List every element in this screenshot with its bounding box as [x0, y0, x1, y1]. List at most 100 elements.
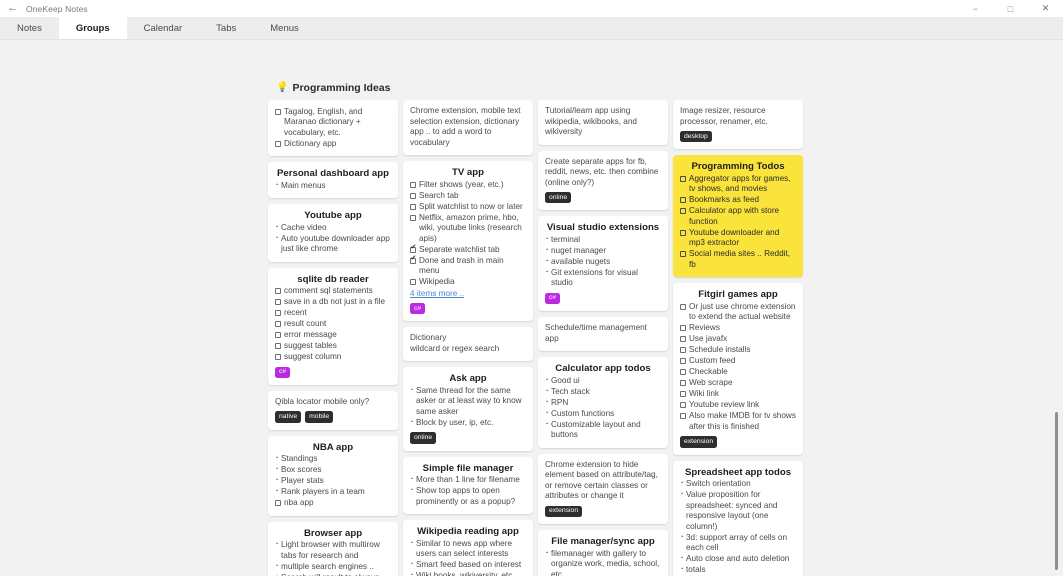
note-card[interactable]: Calculator app todosGood uiTech stackRPN…	[538, 357, 668, 448]
note-card[interactable]: Browser appLight browser with multirow t…	[268, 521, 398, 576]
checkbox-icon[interactable]	[275, 321, 281, 327]
note-card[interactable]: Tutorial/learn app using wikipedia, wiki…	[538, 100, 668, 145]
note-card[interactable]: sqlite db reader comment sql statements sa…	[268, 267, 398, 385]
checkbox-icon[interactable]	[680, 325, 686, 332]
checkbox-icon[interactable]	[410, 203, 416, 210]
note-card[interactable]: Tagalog, English, and Maranao dictionary…	[268, 100, 398, 156]
maximize-icon[interactable]: □	[993, 0, 1028, 17]
checkbox-icon[interactable]	[410, 214, 416, 221]
checklist-item[interactable]: Filter shows (year, etc.)	[410, 180, 526, 191]
note-card[interactable]: Visual studio extensionsterminalnuget ma…	[538, 216, 668, 312]
checklist-item[interactable]: Schedule installs	[680, 345, 796, 356]
checkbox-icon[interactable]	[680, 380, 686, 387]
tag-badge[interactable]: c#	[275, 366, 291, 378]
checkbox-icon[interactable]	[680, 229, 686, 236]
checklist-item[interactable]: Custom feed	[680, 356, 796, 367]
note-card[interactable]: Chrome extension to hide element based o…	[538, 453, 668, 525]
checklist-item[interactable]: Split watchlist to now or later	[410, 202, 526, 213]
tag-badge[interactable]: c#	[410, 303, 426, 315]
note-card[interactable]: Qibla locator mobile only? native mobile	[268, 390, 398, 430]
checklist-item[interactable]: Aggregator apps for games, tv shows, and…	[680, 174, 796, 195]
note-card[interactable]: Programming Todos Aggregator apps for gam…	[673, 155, 803, 278]
tab-notes[interactable]: Notes	[0, 17, 59, 39]
checkbox-icon[interactable]	[680, 369, 686, 376]
checklist-item[interactable]: Tagalog, English, and Maranao dictionary…	[275, 107, 391, 139]
checkbox-icon[interactable]	[410, 181, 416, 188]
checklist-item[interactable]: Social media sites .. Reddit, fb	[680, 249, 796, 270]
checklist-item[interactable]: recent	[275, 308, 391, 319]
note-card[interactable]: Youtube appCache videoAuto youtube downl…	[268, 204, 398, 262]
checklist-item[interactable]: comment sql statements	[275, 286, 391, 297]
checkbox-icon[interactable]	[275, 343, 281, 349]
tab-tabs[interactable]: Tabs	[199, 17, 253, 39]
checkbox-checked-icon[interactable]	[410, 255, 416, 264]
checklist-item[interactable]: Search tab	[410, 191, 526, 202]
checklist-item[interactable]: error message	[275, 330, 391, 341]
note-card[interactable]: Spreadsheet app todosSwitch orientationV…	[673, 460, 803, 576]
tag-badge[interactable]: extension	[545, 505, 583, 518]
checklist-item[interactable]: Web scrape	[680, 378, 796, 389]
checklist-item[interactable]: result count	[275, 319, 391, 330]
note-card[interactable]: Ask appSame thread for the same asker or…	[403, 367, 533, 451]
checklist-item[interactable]: Separate watchlist tab	[410, 244, 526, 256]
checklist-item[interactable]: Reviews	[680, 323, 796, 334]
checklist-item[interactable]: suggest column	[275, 352, 391, 363]
note-card[interactable]: File manager/sync appfilemanager with ga…	[538, 530, 668, 576]
checkbox-icon[interactable]	[680, 251, 686, 258]
show-more-link[interactable]: 4 items more ..	[410, 289, 464, 300]
checkbox-icon[interactable]	[410, 279, 416, 285]
note-card[interactable]: Dictionary wildcard or regex search	[403, 327, 533, 362]
checklist-item[interactable]: Checkable	[680, 367, 796, 378]
checklist-item[interactable]: save in a db not just in a file	[275, 297, 391, 308]
checkbox-icon[interactable]	[410, 192, 416, 199]
checklist-item[interactable]: Calculator app with store function	[680, 206, 796, 227]
note-card[interactable]: Simple file managerMore than 1 line for …	[403, 456, 533, 515]
checklist-item[interactable]: Bookmarks as feed	[680, 195, 796, 206]
tag-badge[interactable]: mobile	[305, 411, 334, 423]
checkbox-icon[interactable]	[680, 347, 686, 354]
checkbox-icon[interactable]	[275, 500, 281, 507]
checkbox-icon[interactable]	[275, 310, 281, 316]
checklist-item[interactable]: Done and trash in main menu	[410, 255, 526, 277]
checklist-item[interactable]: Wiki link	[680, 389, 796, 400]
checklist-item[interactable]: Wikipedia	[410, 277, 526, 288]
tag-badge[interactable]: c#	[545, 292, 561, 305]
tag-badge[interactable]: online	[410, 432, 437, 444]
tag-badge[interactable]: extension	[680, 436, 718, 448]
checkbox-icon[interactable]	[680, 208, 686, 215]
tab-calendar[interactable]: Calendar	[127, 17, 200, 39]
checkbox-icon[interactable]	[275, 354, 281, 360]
note-card[interactable]: Wikipedia reading appSimilar to news app…	[403, 520, 533, 576]
checklist-item[interactable]: Also make IMDB for tv shows after this i…	[680, 411, 796, 432]
tab-menus[interactable]: Menus	[253, 17, 316, 39]
vertical-scrollbar[interactable]	[1052, 40, 1061, 576]
note-card[interactable]: Chrome extension, mobile text selection …	[403, 100, 533, 155]
checkbox-icon[interactable]	[680, 303, 686, 310]
checklist-item[interactable]: Youtube downloader and mp3 extractor	[680, 228, 796, 249]
checklist-item[interactable]: Or just use chrome extension to extend t…	[680, 302, 796, 323]
back-icon[interactable]: ←	[0, 0, 26, 17]
note-card[interactable]: TV app Filter shows (year, etc.) Search ta…	[403, 161, 533, 322]
checkbox-icon[interactable]	[275, 140, 281, 147]
tab-groups[interactable]: Groups	[58, 17, 127, 39]
note-card[interactable]: Fitgirl games app Or just use chrome exte…	[673, 283, 803, 455]
tag-badge[interactable]: online	[545, 192, 572, 204]
close-icon[interactable]: ✕	[1028, 0, 1063, 17]
checklist-item[interactable]: Use javafx	[680, 334, 796, 345]
note-card[interactable]: Create separate apps for fb, reddit, new…	[538, 150, 668, 211]
checklist-item[interactable]: nba app	[275, 498, 391, 509]
checklist-item[interactable]: suggest tables	[275, 341, 391, 352]
scrollbar-thumb[interactable]	[1055, 412, 1058, 570]
checklist-item[interactable]: Netflix, amazon prime, hbo, wiki, youtub…	[410, 213, 526, 245]
checkbox-icon[interactable]	[275, 332, 281, 338]
checkbox-icon[interactable]	[680, 391, 686, 398]
note-card[interactable]: Schedule/time management app	[538, 317, 668, 352]
checkbox-icon[interactable]	[680, 413, 686, 420]
checkbox-icon[interactable]	[680, 197, 686, 204]
checkbox-icon[interactable]	[275, 288, 281, 294]
checkbox-icon[interactable]	[275, 299, 281, 305]
note-card[interactable]: Personal dashboard appMain menus	[268, 162, 398, 198]
note-card[interactable]: NBA appStandingsBox scoresPlayer statsRa…	[268, 435, 398, 516]
checkbox-icon[interactable]	[680, 402, 686, 409]
checklist-item[interactable]: Dictionary app	[275, 139, 391, 150]
